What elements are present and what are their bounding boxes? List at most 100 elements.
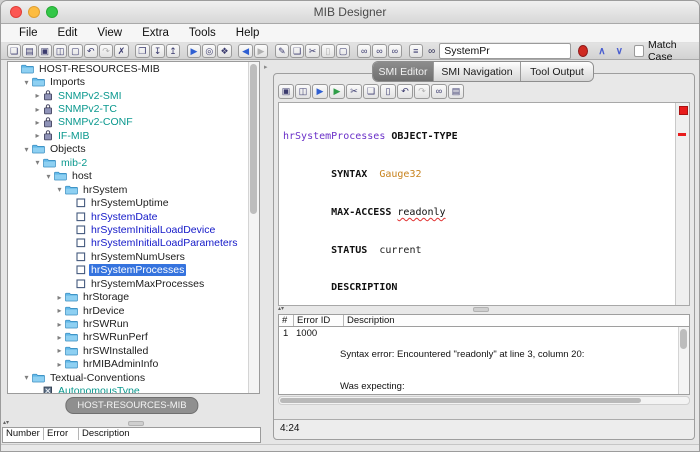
column-hash[interactable]: # xyxy=(279,315,294,326)
find-button[interactable]: ∞ xyxy=(357,44,372,58)
expand-arrow[interactable]: ▸ xyxy=(54,320,65,329)
compile-button[interactable]: ▶ xyxy=(186,44,202,58)
error-row[interactable]: 1 1000 Syntax error: Encountered "readon… xyxy=(279,327,689,394)
record-dot-icon[interactable] xyxy=(578,45,589,57)
redo-button[interactable]: ↷ xyxy=(98,44,114,58)
editor-print-button[interactable]: ▤ xyxy=(448,84,464,99)
error-status-marker[interactable] xyxy=(679,106,688,115)
save-button[interactable]: ▣ xyxy=(37,44,52,58)
editor-redo-button[interactable]: ↷ xyxy=(414,84,430,99)
edit-button[interactable]: ✎ xyxy=(274,44,290,58)
splitter-collapse-arrow[interactable]: ▸ xyxy=(264,63,268,71)
tree-item[interactable]: ▸ SNMPv2-TC xyxy=(8,102,259,115)
tab-smi-editor[interactable]: SMI Editor xyxy=(373,62,434,81)
tree-item[interactable]: ▾ host xyxy=(8,170,259,183)
expand-arrow[interactable]: ▾ xyxy=(32,158,43,167)
tree-item[interactable]: ▾ Imports xyxy=(8,75,259,88)
back-button[interactable]: ◀ xyxy=(238,44,253,58)
new-module-button[interactable]: ❐ xyxy=(135,44,150,58)
expand-arrow[interactable]: ▾ xyxy=(43,172,54,181)
menu-edit[interactable]: Edit xyxy=(48,27,88,39)
column-error[interactable]: Error xyxy=(44,428,79,440)
smi-code-editor[interactable]: hrSystemProcesses OBJECT-TYPE SYNTAX Gau… xyxy=(278,102,690,306)
editor-copy-button[interactable]: ❑ xyxy=(363,84,379,99)
tab-tool-output[interactable]: Tool Output xyxy=(521,62,593,81)
import-module-button[interactable]: ↧ xyxy=(150,44,165,58)
save-as-button[interactable]: ◫ xyxy=(52,44,68,58)
tree-item[interactable]: ▸ hrStorage xyxy=(8,290,259,303)
tree-item[interactable]: ▸ IF-MIB xyxy=(8,129,259,142)
expand-arrow[interactable]: ▸ xyxy=(32,118,43,127)
expand-arrow[interactable]: ▸ xyxy=(54,306,65,315)
search-input[interactable] xyxy=(439,43,572,59)
expand-arrow[interactable]: ▸ xyxy=(54,360,65,369)
select-button[interactable]: ▢ xyxy=(336,44,351,58)
find-previous-arrow[interactable]: ∧ xyxy=(598,46,605,57)
tree-item[interactable]: hrSystemMaxProcesses xyxy=(8,277,259,290)
expand-arrow[interactable]: ▾ xyxy=(54,185,65,194)
tree-scrollbar[interactable] xyxy=(248,62,259,393)
tree-item[interactable]: ▸ hrMIBAdminInfo xyxy=(8,358,259,371)
copy-button[interactable]: ❑ xyxy=(290,44,305,58)
error-table-hscrollbar-thumb[interactable] xyxy=(280,398,641,403)
tree-item[interactable]: hrSystemInitialLoadDevice xyxy=(8,223,259,236)
code-area[interactable]: hrSystemProcesses OBJECT-TYPE SYNTAX Gau… xyxy=(279,103,676,305)
editor-save-all-button[interactable]: ◫ xyxy=(295,84,311,99)
expand-arrow[interactable]: ▸ xyxy=(32,105,43,114)
new-mib-button[interactable]: ❏ xyxy=(7,44,22,58)
find-next-button[interactable]: ∞ xyxy=(372,44,387,58)
menu-file[interactable]: File xyxy=(9,27,48,39)
column-description[interactable]: Description xyxy=(79,428,260,440)
editor-run-button[interactable]: ▶ xyxy=(329,84,345,99)
open-mib-button[interactable]: ▤ xyxy=(22,44,37,58)
expand-arrow[interactable]: ▸ xyxy=(32,131,43,140)
editor-undo-button[interactable]: ↶ xyxy=(397,84,413,99)
editor-check-button[interactable]: ▶ xyxy=(312,84,328,99)
column-number[interactable]: Number xyxy=(3,428,44,440)
view-options-button[interactable]: ≡ xyxy=(408,44,423,58)
tree-item[interactable]: ▸ hrSWRunPerf xyxy=(8,331,259,344)
tree-item[interactable]: ▸ hrDevice xyxy=(8,304,259,317)
tree-item[interactable]: ▸ SNMPv2-SMI xyxy=(8,89,259,102)
expand-arrow[interactable]: ▾ xyxy=(21,145,32,154)
match-case-checkbox[interactable] xyxy=(633,45,644,57)
undo-button[interactable]: ↶ xyxy=(83,44,98,58)
export-module-button[interactable]: ↥ xyxy=(165,44,181,58)
menu-extra[interactable]: Extra xyxy=(132,27,179,39)
editor-splitter[interactable]: ▴▾ xyxy=(278,305,688,313)
tree-item[interactable]: ▾ hrSystem xyxy=(8,183,259,196)
tree-item[interactable]: hrSystemUptime xyxy=(8,196,259,209)
tree-item[interactable]: HOST-RESOURCES-MIB xyxy=(8,62,259,75)
menu-tools[interactable]: Tools xyxy=(179,27,226,39)
error-line-marker[interactable] xyxy=(678,133,686,136)
column-description[interactable]: Description xyxy=(344,315,689,326)
tree-item[interactable]: ▸ hrSWRun xyxy=(8,317,259,330)
tree-scrollbar-thumb[interactable] xyxy=(250,64,257,214)
tree-item[interactable]: ▾ mib-2 xyxy=(8,156,259,169)
revert-button[interactable]: ▢ xyxy=(68,44,83,58)
refactor-button[interactable]: ❖ xyxy=(217,44,232,58)
expand-arrow[interactable]: ▾ xyxy=(21,78,32,87)
editor-paste-button[interactable]: ▯ xyxy=(380,84,396,99)
left-splitter[interactable]: ▴▾ xyxy=(3,419,261,427)
editor-splitter-knob[interactable] xyxy=(473,307,489,312)
error-table-scrollbar[interactable] xyxy=(678,327,689,394)
editor-find-replace-button[interactable]: ∞ xyxy=(431,84,447,99)
expand-arrow[interactable]: ▸ xyxy=(54,293,65,302)
tree-item[interactable]: ▾ Objects xyxy=(8,143,259,156)
tree-item[interactable]: hrSystemInitialLoadParameters xyxy=(8,237,259,250)
tree-item[interactable]: AutonomousType xyxy=(8,385,259,393)
delete-button[interactable]: ✗ xyxy=(114,44,129,58)
expand-arrow[interactable]: ▸ xyxy=(54,346,65,355)
expand-arrow[interactable]: ▸ xyxy=(32,91,43,100)
column-error-id[interactable]: Error ID xyxy=(294,315,344,326)
error-table-hscrollbar[interactable] xyxy=(278,396,690,405)
tree-item[interactable]: hrSystemNumUsers xyxy=(8,250,259,263)
tree-item[interactable]: ▸ SNMPv2-CONF xyxy=(8,116,259,129)
error-table-scrollbar-thumb[interactable] xyxy=(680,329,687,349)
preview-button[interactable]: ◎ xyxy=(202,44,217,58)
editor-save-button[interactable]: ▣ xyxy=(278,84,294,99)
tree-item[interactable]: hrSystemDate xyxy=(8,210,259,223)
left-splitter-knob[interactable] xyxy=(128,421,144,426)
tab-smi-navigation[interactable]: SMI Navigation xyxy=(434,62,521,81)
